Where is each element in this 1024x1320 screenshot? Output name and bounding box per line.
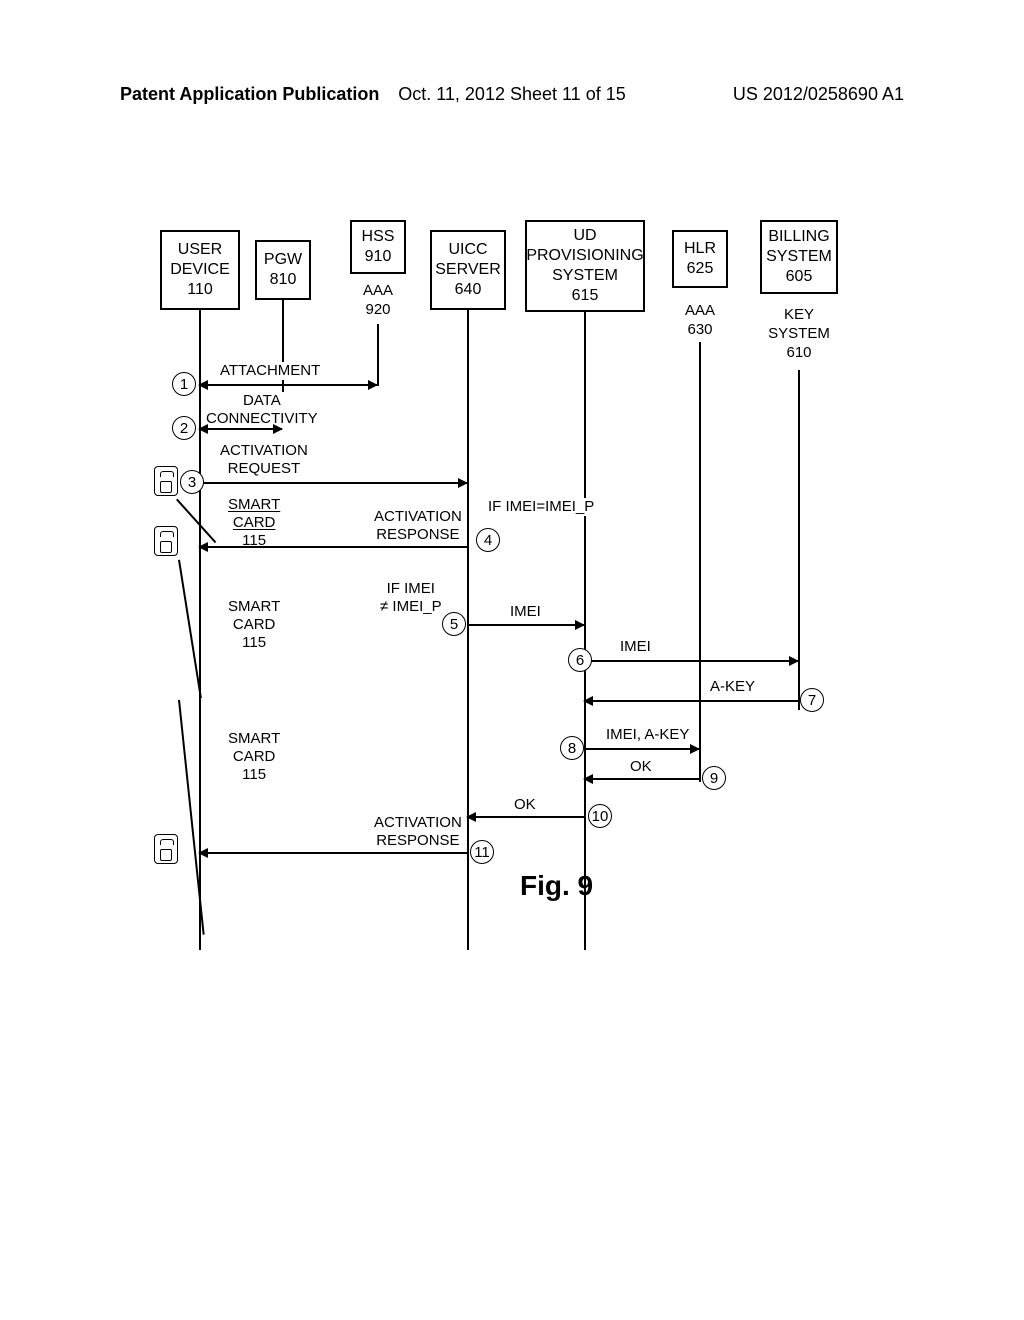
lbl-activation-response-11: ACTIVATION RESPONSE [374, 814, 462, 850]
hdr-left: Patent Application Publication [120, 84, 381, 105]
arrow-activation-response-11 [199, 852, 467, 854]
hdr-right: US 2012/0258690 A1 [643, 84, 904, 105]
box-uicc-server: UICC SERVER 640 [430, 230, 506, 310]
sequence-diagram: USER DEVICE 110 PGW 810 HSS 910 UICC SER… [150, 220, 870, 1010]
lbl-ok-9: OK [630, 758, 652, 776]
lbl-key-system: KEY SYSTEM 610 [760, 306, 838, 362]
lifeline-uicc [467, 310, 469, 950]
box-pgw: PGW 810 [255, 240, 311, 300]
lbl-smartcard-a: SMART CARD 115 [228, 496, 280, 550]
box-user-device: USER DEVICE 110 [160, 230, 240, 310]
box-ud-provisioning: UD PROVISIONING SYSTEM 615 [525, 220, 645, 312]
lbl-imei-akey: IMEI, A-KEY [606, 726, 689, 744]
page: Patent Application Publication Oct. 11, … [0, 0, 1024, 1320]
lbl-aaa-630: AAA 630 [672, 302, 728, 340]
num-4: 4 [476, 528, 500, 552]
smartcard-icon-3 [154, 466, 178, 496]
arrow-imei-akey [584, 748, 699, 750]
num-2: 2 [172, 416, 196, 440]
lifeline-udp [584, 312, 586, 950]
box-billing: BILLING SYSTEM 605 [760, 220, 838, 294]
lbl-imei-6: IMEI [620, 638, 651, 656]
box-hss: HSS 910 [350, 220, 406, 274]
lbl-data-connectivity: DATA CONNECTIVITY [206, 392, 318, 428]
lifeline-hss [377, 324, 379, 386]
lbl-aaa-920: AAA 920 [350, 282, 406, 320]
lbl-if-not-equal: IF IMEI ≠ IMEI_P [380, 580, 442, 616]
smartcard-icon-a [154, 526, 178, 556]
lifeline-hlr [699, 342, 701, 782]
arrow-attachment [199, 384, 377, 386]
arrow-data-connectivity [199, 428, 282, 430]
arrow-akey [584, 700, 798, 702]
lbl-smartcard-c: SMART CARD 115 [228, 730, 280, 784]
hdr-center: Oct. 11, 2012 Sheet 11 of 15 [381, 84, 642, 105]
lbl-akey: A-KEY [710, 678, 755, 696]
num-10: 10 [588, 804, 612, 828]
num-7: 7 [800, 688, 824, 712]
lbl-activation-request: ACTIVATION REQUEST [220, 442, 308, 478]
lbl-attachment: ATTACHMENT [220, 362, 320, 380]
slash-a [176, 499, 216, 543]
box-hlr: HLR 625 [672, 230, 728, 288]
lbl-smartcard-b: SMART CARD 115 [228, 598, 280, 652]
num-11: 11 [470, 840, 494, 864]
figure-caption: Fig. 9 [520, 870, 593, 902]
lbl-if-equal: IF IMEI=IMEI_P [488, 498, 594, 516]
num-3: 3 [180, 470, 204, 494]
arrow-activation-response-4 [199, 546, 467, 548]
lbl-imei-5: IMEI [510, 603, 541, 621]
num-9: 9 [702, 766, 726, 790]
arrow-imei-6 [584, 660, 798, 662]
smartcard-icon-11 [154, 834, 178, 864]
num-5: 5 [442, 612, 466, 636]
arrow-imei-5 [467, 624, 584, 626]
arrow-activation-request [199, 482, 467, 484]
arrow-ok-10 [467, 816, 584, 818]
lbl-activation-response-4: ACTIVATION RESPONSE [374, 508, 462, 544]
arrow-ok-9 [584, 778, 699, 780]
num-1: 1 [172, 372, 196, 396]
header: Patent Application Publication Oct. 11, … [120, 84, 904, 105]
num-6: 6 [568, 648, 592, 672]
lbl-ok-10: OK [514, 796, 536, 814]
num-8: 8 [560, 736, 584, 760]
